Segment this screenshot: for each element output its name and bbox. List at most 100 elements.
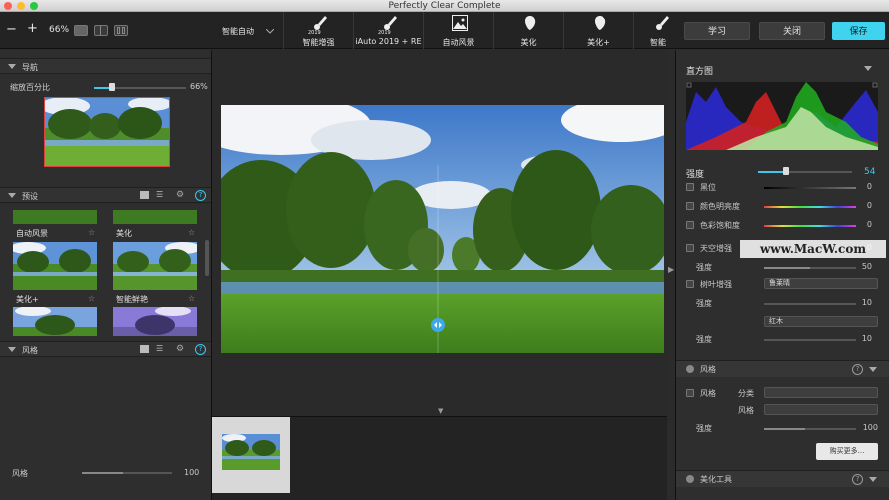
navigator-preview[interactable] (44, 97, 170, 167)
star-icon[interactable]: ☆ (188, 228, 195, 237)
strength-value: 54 (864, 167, 876, 177)
tool-beautify[interactable]: 美化 (493, 12, 563, 49)
right-panel: 直方图 强度 54 黑位 0 颜色明亮度 0 色彩饱和度 0 天空增强 0 强度 (676, 50, 889, 500)
style-section-header[interactable]: 风格 ☰ ⚙ ? (0, 341, 211, 357)
zoom-slider-knob[interactable] (109, 83, 116, 91)
preset-thumb[interactable] (13, 210, 97, 224)
help-icon[interactable]: ? (195, 190, 206, 201)
learn-button[interactable]: 学习 (684, 22, 750, 40)
style-select-label: 风格 (738, 406, 754, 415)
toggle-icon[interactable] (686, 365, 694, 373)
zoom-level: 66% (49, 25, 70, 35)
title-bar: Perfectly Clear Complete (0, 0, 889, 12)
tool-iauto-2019-re[interactable]: 2019 iAuto 2019 + RE (353, 12, 423, 49)
strength-slider-knob[interactable] (783, 167, 790, 175)
star-icon[interactable]: ☆ (88, 294, 95, 303)
main-photo[interactable] (221, 105, 664, 353)
close-button[interactable]: 关闭 (759, 22, 825, 40)
saturation-label: 色彩饱和度 (700, 221, 740, 230)
split-view-button[interactable] (94, 25, 108, 36)
single-view-button[interactable] (74, 25, 88, 36)
strength-label: 强度 (686, 170, 705, 180)
grid-view-icon[interactable] (140, 345, 149, 353)
zoom-in-button[interactable]: + (27, 21, 38, 36)
saturation-checkbox[interactable] (686, 221, 694, 229)
save-button[interactable]: 保存 (832, 22, 885, 40)
foliage-color-dropdown[interactable]: 红木 (764, 316, 878, 327)
preset-label: 自动风景 (16, 229, 48, 238)
help-icon[interactable]: ? (852, 364, 863, 375)
preset-thumb[interactable] (113, 210, 197, 224)
sky-strength-fill (764, 267, 810, 269)
histogram-graph (686, 82, 878, 150)
list-view-icon[interactable]: ☰ (156, 191, 165, 199)
black-point-checkbox[interactable] (686, 183, 694, 191)
filmstrip-thumb (222, 434, 280, 470)
color-brightness-checkbox[interactable] (686, 202, 694, 210)
help-icon[interactable]: ? (852, 474, 863, 485)
collapse-icon[interactable] (869, 367, 877, 372)
presets-list: 自动风景 ☆ 美化 ☆ 美化+ ☆ 智能鲜艳 ☆ (0, 204, 211, 336)
black-point-slider[interactable] (764, 187, 856, 189)
list-view-icon[interactable]: ☰ (156, 345, 165, 353)
collapse-right-icon[interactable]: ▶ (668, 265, 674, 274)
style-title: 风格 (22, 346, 38, 355)
image-canvas[interactable]: ▼ (212, 50, 667, 416)
chevron-down-icon[interactable] (265, 27, 275, 34)
tool-auto-landscape[interactable]: 自动风景 (423, 12, 493, 49)
buy-more-button[interactable]: 购买更多... (816, 443, 878, 460)
histogram (686, 82, 878, 150)
foliage-strength-slider[interactable] (764, 303, 856, 305)
style-dropdown[interactable] (764, 404, 878, 415)
help-icon[interactable]: ? (195, 344, 206, 355)
tool-label: 智能增强 (302, 38, 335, 47)
side-by-side-view-button[interactable] (114, 25, 128, 36)
star-icon[interactable]: ☆ (188, 294, 195, 303)
saturation-slider[interactable] (764, 225, 856, 227)
presets-scrollbar[interactable] (205, 240, 209, 276)
tool-smart[interactable]: 智能 (633, 12, 669, 49)
preset-thumb[interactable] (113, 242, 197, 290)
category-dropdown[interactable] (764, 387, 878, 398)
collapse-icon[interactable] (864, 66, 872, 71)
star-icon[interactable]: ☆ (88, 228, 95, 237)
adjustments-list: 黑位 0 颜色明亮度 0 色彩饱和度 0 天空增强 0 强度 50 树叶增强 鲁… (676, 181, 889, 361)
filmstrip (212, 416, 667, 500)
style-checkbox[interactable] (686, 389, 694, 397)
gear-icon[interactable]: ⚙ (176, 344, 184, 354)
filmstrip-item-selected[interactable] (212, 417, 290, 493)
landscape-icon (452, 15, 468, 31)
style-strength-fill (764, 428, 806, 430)
expand-filmstrip-icon[interactable]: ▼ (438, 407, 443, 415)
gear-icon[interactable]: ⚙ (176, 190, 184, 200)
foliage-dropdown[interactable]: 鲁莱晴 (764, 278, 878, 289)
beauty-tools-header[interactable]: 美化工具 ? (676, 470, 889, 487)
foliage-checkbox[interactable] (686, 280, 694, 288)
sky-enhance-checkbox[interactable] (686, 244, 694, 252)
black-point-label: 黑位 (700, 183, 716, 192)
preset-label: 智能鲜艳 (116, 295, 148, 304)
presets-section-header[interactable]: 预设 ☰ ⚙ ? (0, 187, 211, 203)
style-section-header[interactable]: 风格 ? (676, 360, 889, 377)
category-label: 分类 (738, 389, 754, 398)
preset-name[interactable]: 智能自动 (222, 26, 254, 37)
color-brightness-slider[interactable] (764, 206, 856, 208)
nav-section-header[interactable]: 导航 (0, 58, 211, 74)
color-strength-slider[interactable] (764, 339, 856, 341)
zoom-out-button[interactable]: − (6, 22, 17, 37)
saturation-value: 0 (866, 220, 872, 229)
preset-thumb[interactable] (13, 242, 97, 290)
preset-thumb[interactable] (13, 307, 97, 336)
preset-thumb[interactable] (113, 307, 197, 336)
tool-label: 智能 (650, 38, 666, 47)
toggle-icon[interactable] (686, 475, 694, 483)
grid-view-icon[interactable] (140, 191, 149, 199)
tool-label: iAuto 2019 + RE (355, 37, 422, 46)
tool-smart-enhance[interactable]: 2019 智能增强 (283, 12, 353, 49)
collapse-icon[interactable] (869, 477, 877, 482)
foliage-strength-label: 强度 (696, 299, 712, 308)
black-point-value: 0 (866, 182, 872, 191)
face-plus-icon (595, 15, 607, 30)
tool-beautify-plus[interactable]: 美化+ (563, 12, 633, 49)
style-slider-value: 100 (184, 468, 200, 477)
